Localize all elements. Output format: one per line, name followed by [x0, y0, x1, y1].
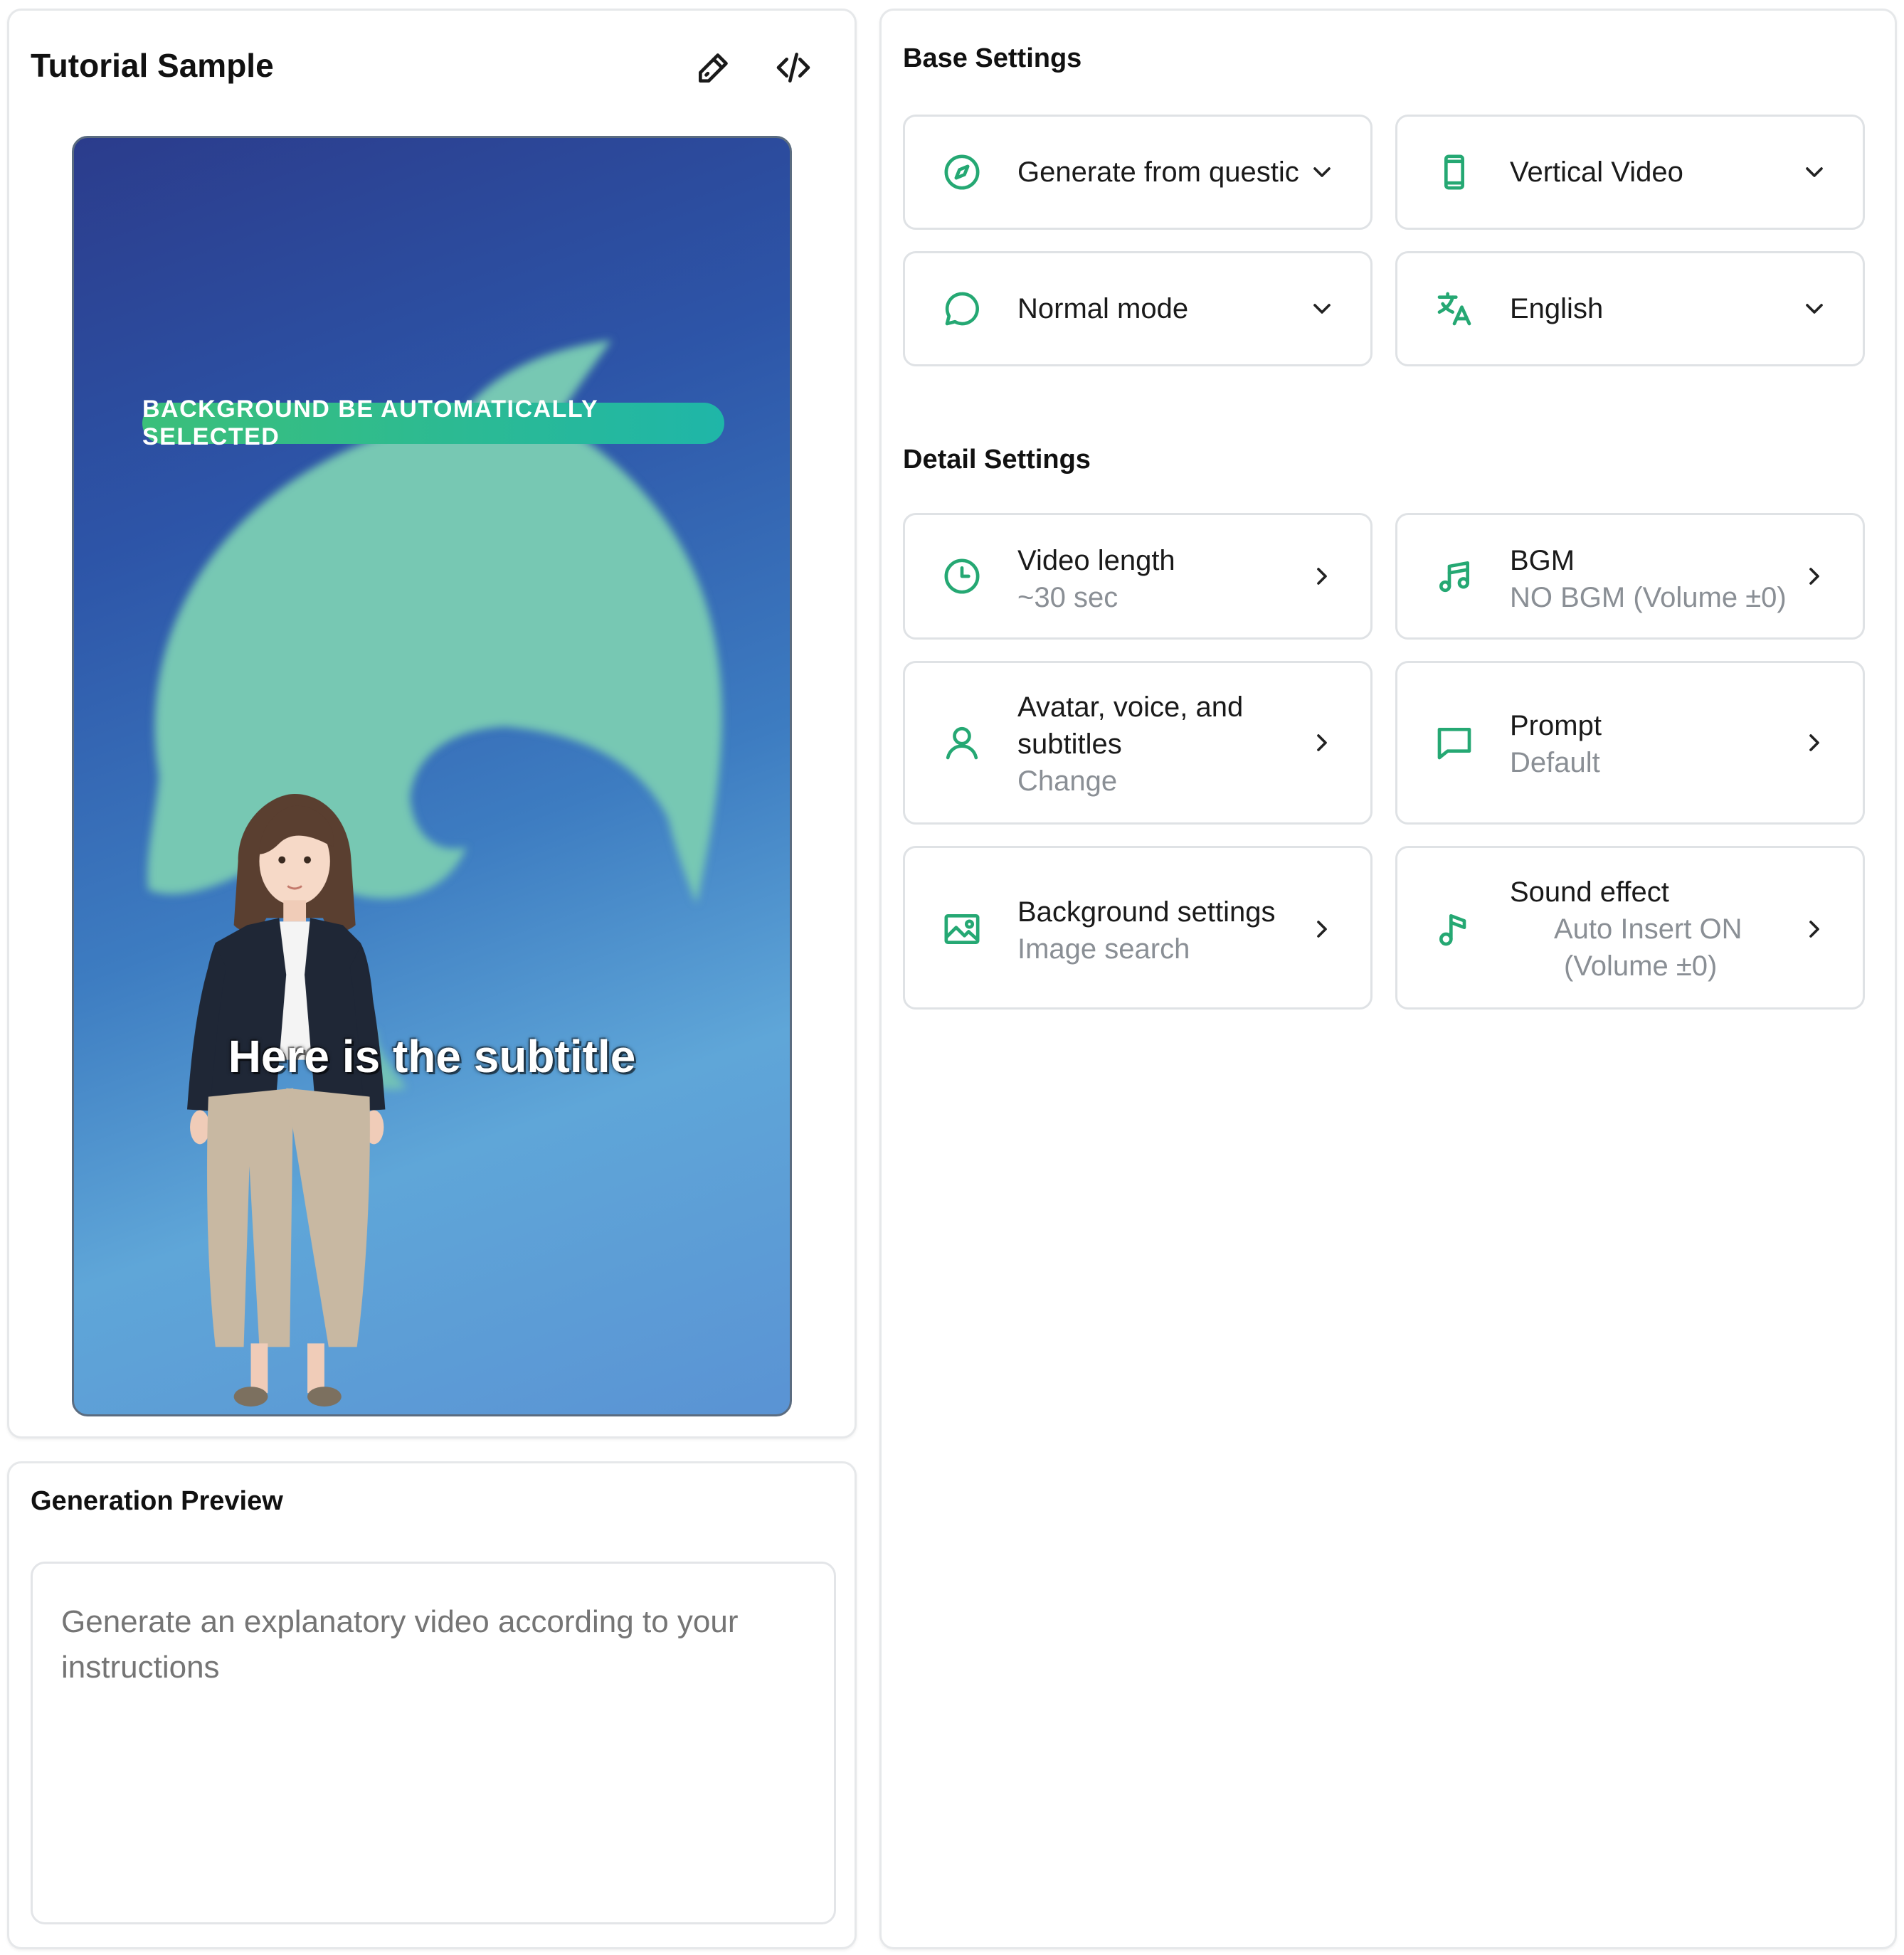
prompt-label: Prompt — [1510, 710, 1602, 741]
instruction-input[interactable] — [31, 1562, 836, 1924]
clock-icon — [942, 556, 982, 596]
bgm-label: BGM — [1510, 545, 1575, 576]
tutorial-sample-title: Tutorial Sample — [31, 47, 274, 84]
video-preview: BACKGROUND BE AUTOMATICALLY SELECTED Her… — [72, 136, 792, 1416]
language-select[interactable]: English — [1395, 251, 1865, 366]
source-select-value: Generate from questic — [1017, 157, 1299, 188]
background-settings-label: Background settings — [1017, 896, 1276, 928]
video-length-value: ~30 sec — [1017, 582, 1118, 613]
mode-select-value: Normal mode — [1017, 293, 1189, 324]
orientation-select[interactable]: Vertical Video — [1395, 115, 1865, 230]
chevron-down-icon — [1800, 158, 1829, 186]
preview-scene-illustration — [147, 340, 722, 1407]
subtitle-text: Here is the subtitle — [228, 1031, 636, 1082]
message-square-icon — [1434, 723, 1474, 763]
edit-icon — [699, 53, 728, 83]
chevron-right-icon — [1800, 915, 1829, 943]
chevron-right-icon — [1308, 915, 1336, 943]
video-length-option[interactable]: Video length ~30 sec — [903, 513, 1373, 640]
music-notes-icon — [1434, 556, 1474, 596]
mode-select[interactable]: Normal mode — [903, 251, 1373, 366]
chevron-right-icon — [1308, 562, 1336, 590]
source-select[interactable]: Generate from questic — [903, 115, 1373, 230]
language-select-value: English — [1510, 293, 1604, 324]
generation-preview-title: Generation Preview — [31, 1486, 283, 1516]
tutorial-sample-card: Tutorial Sample BACKGROUND BE AUTOMATICA… — [7, 9, 857, 1439]
user-icon — [942, 723, 982, 763]
phone-icon — [1434, 152, 1474, 192]
edit-button[interactable] — [685, 39, 742, 96]
sound-effect-value-line2: (Volume ±0) — [1564, 950, 1718, 982]
compass-icon — [942, 152, 982, 192]
chevron-right-icon — [1308, 729, 1336, 757]
chevron-right-icon — [1800, 729, 1829, 757]
video-length-label: Video length — [1017, 545, 1175, 576]
sound-effect-option[interactable]: Sound effect Auto Insert ON (Volume ±0) — [1395, 846, 1865, 1010]
chevron-right-icon — [1800, 562, 1829, 590]
chevron-down-icon — [1308, 158, 1336, 186]
auto-background-badge: BACKGROUND BE AUTOMATICALLY SELECTED — [142, 396, 724, 450]
sound-effect-label: Sound effect — [1510, 876, 1669, 908]
prompt-value: Default — [1510, 747, 1600, 778]
base-settings-title: Base Settings — [903, 43, 1082, 73]
chat-bubble-icon — [942, 289, 982, 329]
background-settings-value: Image search — [1017, 933, 1190, 965]
detail-settings-title: Detail Settings — [903, 445, 1091, 475]
embed-code-button[interactable] — [765, 39, 822, 96]
orientation-select-value: Vertical Video — [1510, 157, 1683, 188]
bgm-value: NO BGM (Volume ±0) — [1510, 582, 1787, 613]
bgm-option[interactable]: BGM NO BGM (Volume ±0) — [1395, 513, 1865, 640]
code-icon — [776, 53, 810, 83]
avatar-value: Change — [1017, 765, 1118, 797]
avatar-label-line2: subtitles — [1017, 729, 1122, 760]
avatar-voice-subtitles-option[interactable]: Avatar, voice, and subtitles Change — [903, 661, 1373, 825]
chevron-down-icon — [1800, 295, 1829, 323]
chevron-down-icon — [1308, 295, 1336, 323]
translate-icon — [1434, 289, 1474, 329]
music-note-icon — [1434, 909, 1474, 949]
generation-preview-card: Generation Preview — [7, 1461, 857, 1949]
sound-effect-value-line1: Auto Insert ON — [1554, 913, 1742, 945]
prompt-option[interactable]: Prompt Default — [1395, 661, 1865, 825]
background-settings-option[interactable]: Background settings Image search — [903, 846, 1373, 1010]
settings-panel: Base Settings Generate from questic Vert… — [879, 9, 1897, 1949]
image-icon — [942, 909, 982, 949]
avatar-label-line1: Avatar, voice, and — [1017, 692, 1244, 723]
